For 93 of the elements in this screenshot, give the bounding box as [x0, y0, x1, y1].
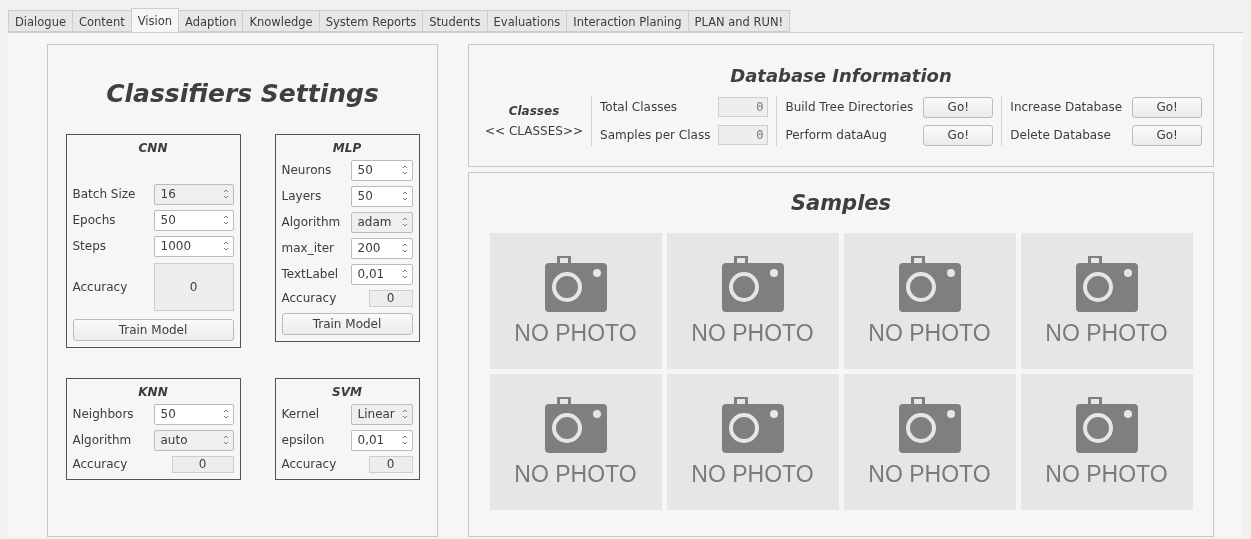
go-button[interactable]: Go! [923, 124, 994, 146]
dropdown[interactable]: auto [153, 429, 234, 451]
tab[interactable]: Dialogue [8, 10, 73, 32]
camera-icon [898, 396, 961, 453]
field-label: Total Classes [600, 100, 678, 114]
action-label: Delete Database [1010, 128, 1111, 142]
go-button[interactable]: Go! [1132, 96, 1203, 118]
tab[interactable]: Knowledge [242, 10, 320, 32]
no-photo-caption: NO PHOTO [514, 319, 637, 347]
group-title: KNN [137, 385, 169, 399]
field-label: Accuracy [72, 457, 128, 471]
classes-value: << CLASSES>> [485, 124, 583, 138]
panel-title: Classifiers Settings [106, 79, 379, 108]
counter-display: 0 [718, 125, 769, 145]
spin-arrows-icon [401, 268, 408, 280]
spin-box[interactable]: 0,01 [350, 263, 413, 285]
tab[interactable]: PLAN and RUN! [687, 10, 791, 32]
spin-arrows-icon [222, 188, 229, 200]
group-title: CNN [137, 141, 169, 155]
tab[interactable]: Students [422, 10, 488, 32]
no-photo-caption: NO PHOTO [691, 460, 814, 488]
field-label: Accuracy [72, 280, 128, 294]
spin-box[interactable]: 50 [153, 209, 234, 231]
tab[interactable]: System Reports [318, 10, 424, 32]
field-label: Algorithm [72, 433, 132, 447]
camera-icon [1075, 255, 1138, 312]
accuracy-display: 0 [171, 455, 234, 473]
tab[interactable]: Content [72, 10, 132, 32]
tab[interactable]: Adaption [178, 10, 244, 32]
dropdown[interactable]: Linear [350, 403, 413, 425]
camera-icon [1075, 396, 1138, 453]
no-photo-caption: NO PHOTO [868, 319, 991, 347]
spin-box[interactable]: 1000 [153, 235, 234, 257]
camera-icon [721, 396, 784, 453]
spin-arrows-icon [401, 434, 408, 446]
field-label: Kernel [281, 407, 320, 421]
field-label: Accuracy [281, 291, 337, 305]
accuracy-display: 0 [368, 455, 413, 473]
no-photo-caption: NO PHOTO [1045, 460, 1168, 488]
spin-arrows-icon [222, 434, 229, 446]
action-label: Perform dataAug [785, 128, 887, 142]
action-label: Increase Database [1010, 100, 1123, 114]
train-model-button[interactable]: Train Model [281, 313, 413, 335]
spin-arrows-icon [401, 216, 408, 228]
go-button[interactable]: Go! [1132, 124, 1203, 146]
tab[interactable]: Evaluations [486, 10, 568, 32]
camera-icon [544, 255, 607, 312]
dropdown[interactable]: 16 [153, 183, 234, 205]
spin-box[interactable]: 0,01 [350, 429, 413, 451]
train-model-button[interactable]: Train Model [72, 319, 234, 341]
field-label: Batch Size [72, 187, 136, 201]
panel-title: Database Information [730, 65, 952, 86]
field-label: TextLabel [281, 267, 339, 281]
field-label: Algorithm [281, 215, 341, 229]
go-button[interactable]: Go! [923, 96, 994, 118]
spin-box[interactable]: 200 [350, 237, 413, 259]
spin-box[interactable]: 50 [153, 403, 234, 425]
no-photo-caption: NO PHOTO [868, 460, 991, 488]
field-label: Accuracy [281, 457, 337, 471]
camera-icon [721, 255, 784, 312]
field-label: Steps [72, 239, 107, 253]
accuracy-display: 0 [153, 263, 234, 311]
spin-arrows-icon [401, 408, 408, 420]
camera-icon [898, 255, 961, 312]
spin-arrows-icon [222, 408, 229, 420]
spin-arrows-icon [222, 214, 229, 226]
group-title: SVM [331, 385, 363, 399]
group-title: MLP [331, 141, 363, 155]
action-label: Build Tree Directories [785, 100, 914, 114]
spin-box[interactable]: 50 [350, 159, 413, 181]
field-label: Epochs [72, 213, 116, 227]
field-label: max_iter [281, 241, 334, 255]
no-photo-caption: NO PHOTO [691, 319, 814, 347]
field-label: Neighbors [72, 407, 134, 421]
accuracy-display: 0 [368, 289, 413, 307]
dropdown[interactable]: adam [350, 211, 413, 233]
field-label: epsilon [281, 433, 325, 447]
no-photo-caption: NO PHOTO [514, 460, 637, 488]
spin-arrows-icon [401, 190, 408, 202]
field-label: Layers [281, 189, 322, 203]
camera-icon [544, 396, 607, 453]
panel-title: Samples [790, 191, 892, 215]
no-photo-caption: NO PHOTO [1045, 319, 1168, 347]
field-label: Samples per Class [600, 128, 711, 142]
classes-title: Classes [508, 104, 560, 118]
tab[interactable]: Vision [130, 8, 180, 32]
field-label: Neurons [281, 163, 332, 177]
spin-arrows-icon [401, 242, 408, 254]
spin-arrows-icon [401, 164, 408, 176]
counter-display: 0 [718, 97, 769, 117]
tab[interactable]: Interaction Planing [566, 10, 689, 32]
spin-arrows-icon [222, 240, 229, 252]
spin-box[interactable]: 50 [350, 185, 413, 207]
